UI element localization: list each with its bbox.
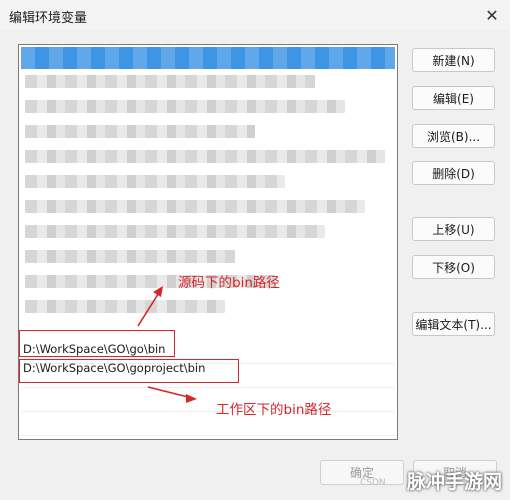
arrow-head-right — [186, 394, 197, 403]
arrow-line-up — [137, 290, 161, 327]
move-up-button[interactable]: 上移(U) — [412, 217, 495, 241]
annotation-label-go-bin: 源码下的bin路径 — [178, 275, 280, 291]
arrow-line-right — [147, 386, 193, 399]
watermark-small-text: CSDN — [360, 478, 386, 488]
edit-text-button[interactable]: 编辑文本(T)... — [412, 312, 495, 336]
edit-button[interactable]: 编辑(E) — [412, 86, 495, 110]
browse-button[interactable]: 浏览(B)... — [412, 124, 495, 148]
watermark-text: 脉冲手游网 — [406, 471, 502, 493]
annotation-label-goproject-bin: 工作区下的bin路径 — [216, 402, 332, 418]
delete-button[interactable]: 删除(D) — [412, 161, 495, 185]
new-button[interactable]: 新建(N) — [412, 48, 495, 72]
move-down-button[interactable]: 下移(O) — [412, 255, 495, 279]
annotation-arrows — [137, 286, 197, 403]
